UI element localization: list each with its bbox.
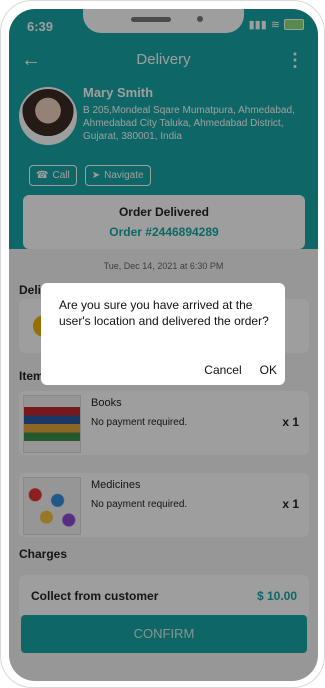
phone-frame: 6:39 ▮▮▮ ≋ ← Delivery ⋮ Mary Smith B 205… [0, 0, 325, 688]
ok-button[interactable]: OK [260, 363, 277, 377]
dialog-actions: Cancel OK [204, 363, 277, 377]
dialog-message: Are you sure you have arrived at the use… [59, 298, 269, 328]
cancel-button[interactable]: Cancel [204, 363, 241, 377]
confirmation-dialog: Are you sure you have arrived at the use… [41, 283, 285, 385]
screen: 6:39 ▮▮▮ ≋ ← Delivery ⋮ Mary Smith B 205… [9, 9, 318, 681]
